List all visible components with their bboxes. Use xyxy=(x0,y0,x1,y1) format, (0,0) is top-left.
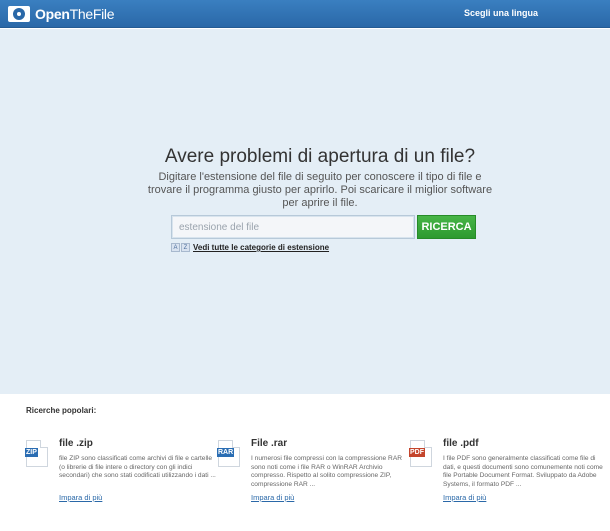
popular-item-title: file .zip xyxy=(59,438,93,449)
top-navigation-bar: OpenTheFile Scegli una lingua xyxy=(0,0,610,28)
popular-item-zip: ZIP file .zip file ZIP sono classificati… xyxy=(25,438,216,508)
popular-item-rar: RAR File .rar I numerosi file compressi … xyxy=(217,438,402,508)
learn-more-link[interactable]: Impara di più xyxy=(251,493,294,502)
a-z-index-icon[interactable]: A Z xyxy=(171,243,191,252)
all-extension-categories-link[interactable]: Vedi tutte le categorie di estensione xyxy=(193,243,329,252)
zip-file-icon: ZIP xyxy=(25,440,48,467)
popular-item-title: File .rar xyxy=(251,438,288,449)
popular-item-description: I file PDF sono generalmente classificat… xyxy=(443,455,603,488)
z-letter-icon: Z xyxy=(181,243,190,252)
learn-more-link[interactable]: Impara di più xyxy=(443,493,486,502)
hero-search-section: Avere problemi di apertura di un file? D… xyxy=(0,29,610,394)
hero-subtitle: Digitare l'estensione del file di seguit… xyxy=(147,171,493,209)
hero-title: Avere problemi di apertura di un file? xyxy=(164,146,476,167)
popular-item-pdf: PDF file .pdf I file PDF sono generalmen… xyxy=(409,438,603,508)
logo-text: OpenTheFile xyxy=(35,6,115,22)
popular-item-title: file .pdf xyxy=(443,438,479,449)
a-letter-icon: A xyxy=(171,243,180,252)
file-extension-search-input[interactable] xyxy=(171,215,415,239)
rar-file-icon: RAR xyxy=(217,440,240,467)
choose-language-link[interactable]: Scegli una lingua xyxy=(464,8,538,18)
popular-searches-heading: Ricerche popolari: xyxy=(26,406,97,415)
pdf-file-icon: PDF xyxy=(409,440,432,467)
popular-item-description: file ZIP sono classificati come archivi … xyxy=(59,455,216,480)
openthefile-logo[interactable]: OpenTheFile xyxy=(8,5,114,23)
search-button[interactable]: RICERCA xyxy=(417,215,476,239)
logo-folder-gear-icon xyxy=(8,6,30,22)
popular-item-description: I numerosi file compressi con la compres… xyxy=(251,455,402,488)
learn-more-link[interactable]: Impara di più xyxy=(59,493,102,502)
